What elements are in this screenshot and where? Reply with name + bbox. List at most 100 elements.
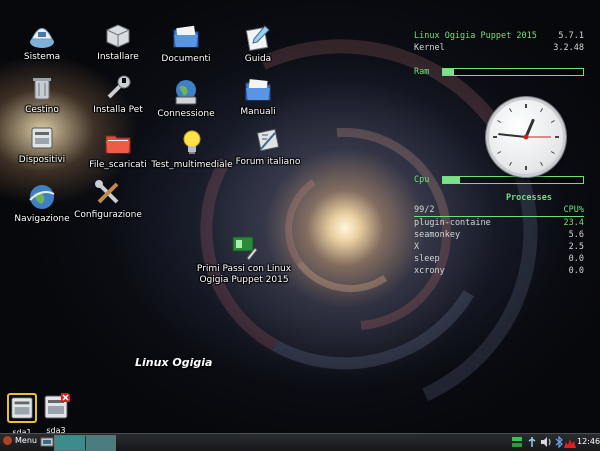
downloads-folder-icon [105, 135, 131, 154]
install-icon [106, 24, 130, 48]
process-row: plugin-containe 23.4 [414, 217, 584, 229]
process-name: sleep [414, 254, 440, 264]
cpu-row: Cpu [414, 174, 584, 186]
desktop-icon-guida[interactable]: Guida [216, 22, 300, 65]
process-cpu: 0.0 [568, 266, 584, 276]
hour-hand [524, 118, 535, 139]
guide-icon [245, 25, 270, 51]
desktop-icon-primi-passi[interactable]: Primi Passi con Linux Ogigia Puppet 2015 [196, 232, 292, 286]
manuals-folder-icon [245, 79, 271, 101]
network-icon[interactable] [511, 435, 523, 449]
ram-label: Ram [414, 67, 430, 77]
icon-label: Guida [244, 54, 272, 64]
desktop: Sistema Cestino Dispositivi Navigazione [0, 0, 600, 433]
minute-hand [498, 133, 527, 138]
clock-tick [509, 108, 512, 113]
conky-title-row: Linux Ogigia Puppet 2015 5.7.1 [414, 30, 584, 42]
menu-icon [3, 436, 12, 445]
desktop-icon-test-multimediale[interactable]: Test_multimediale [150, 128, 234, 171]
system-icon [30, 28, 54, 48]
kernel-value: 3.2.48 [553, 43, 584, 53]
clock-tick [497, 151, 502, 154]
process-row: seamonkey 5.6 [414, 229, 584, 241]
devices-icon [31, 127, 53, 149]
menu-button[interactable]: Menu [3, 436, 37, 445]
process-name: X [414, 242, 420, 252]
cpu-header: CPU% [563, 205, 584, 215]
workspace-1[interactable] [55, 436, 86, 450]
icon-label: Configurazione [74, 210, 142, 220]
process-row: sleep 0.0 [414, 253, 584, 265]
process-cpu: 2.5 [568, 242, 584, 252]
icon-label: Dispositivi [18, 155, 66, 165]
desktop-icon-dispositivi[interactable]: Dispositivi [0, 123, 84, 166]
processes-title-row: Processes [414, 192, 584, 204]
ram-row: Ram [414, 66, 584, 78]
icon-label: Test_multimediale [151, 160, 233, 170]
icon-label: Manuali [240, 107, 276, 117]
process-count: 99/2 [414, 205, 435, 215]
desktop-icon-cestino[interactable]: Cestino [0, 73, 84, 116]
usb-icon[interactable] [526, 436, 538, 448]
cpu-bar-fill [443, 177, 460, 183]
kernel-label: Kernel [414, 43, 445, 53]
browser-icon [29, 185, 55, 209]
cpu-bar [442, 176, 584, 184]
conky-version: 5.7.1 [558, 31, 584, 41]
volume-icon[interactable] [540, 436, 552, 448]
drive-sda1[interactable]: sda1 [4, 393, 40, 433]
conky-kernel-row: Kernel 3.2.48 [414, 42, 584, 54]
drive-icon [44, 393, 70, 419]
processes-header: 99/2 CPU% [414, 204, 584, 217]
process-cpu: 0.0 [568, 254, 584, 264]
process-row: X 2.5 [414, 241, 584, 253]
drive-label: sda3 [46, 426, 66, 433]
clock-tick [540, 108, 543, 113]
clock-tick [550, 151, 555, 154]
process-row: xcrony 0.0 [414, 265, 584, 277]
desktop-icon-file-scaricati[interactable]: File_scaricati [76, 128, 160, 171]
taskbar: Menu 12:46 [0, 433, 600, 451]
cpu-label: Cpu [414, 175, 430, 185]
icon-label: Cestino [25, 105, 59, 115]
icon-label: Sistema [23, 52, 61, 62]
desktop-icon-sistema[interactable]: Sistema [0, 20, 84, 63]
clock-tick [497, 120, 502, 123]
conky-title: Linux Ogigia Puppet 2015 [414, 31, 537, 41]
configuration-icon [95, 180, 119, 204]
documents-folder-icon [173, 25, 199, 48]
trash-icon [33, 78, 51, 100]
desktop-icon-forum-italiano[interactable]: Forum italiano [226, 125, 310, 168]
drive-sda3[interactable]: sda3 [38, 393, 74, 433]
processes-title: Processes [505, 193, 552, 203]
desktop-icon-configurazione[interactable]: Configurazione [66, 178, 150, 221]
install-pet-icon [107, 75, 131, 99]
ram-bar [442, 68, 584, 76]
connection-icon [175, 80, 197, 105]
ram-bar-fill [443, 69, 455, 75]
icon-label: File_scaricati [89, 160, 147, 170]
process-name: xcrony [414, 266, 445, 276]
icon-label: Primi Passi con Linux Ogigia Puppet 2015 [196, 264, 292, 285]
workspace-2[interactable] [85, 436, 115, 450]
wallpaper-text: Linux Ogigia [135, 356, 213, 369]
icon-label: Forum italiano [235, 157, 301, 167]
forum-icon [256, 128, 280, 152]
taskbar-clock[interactable]: 12:46 [577, 437, 600, 446]
clock-tick [540, 161, 543, 166]
drive-icon [7, 393, 37, 423]
bluetooth-icon[interactable] [554, 436, 564, 448]
process-cpu: 5.6 [568, 230, 584, 240]
clock-tick [550, 120, 555, 123]
workspace-pager[interactable] [54, 435, 116, 451]
clock-center [523, 134, 529, 140]
analog-clock [486, 97, 566, 177]
menu-label: Menu [15, 436, 37, 445]
desktop-icon-manuali[interactable]: Manuali [216, 75, 300, 118]
clock-tick [509, 161, 512, 166]
show-desktop-icon[interactable] [40, 436, 54, 448]
cpu-graph-icon [564, 439, 576, 448]
clock-face [493, 104, 559, 170]
process-cpu: 23.4 [563, 218, 584, 228]
process-name: plugin-containe [414, 218, 491, 228]
